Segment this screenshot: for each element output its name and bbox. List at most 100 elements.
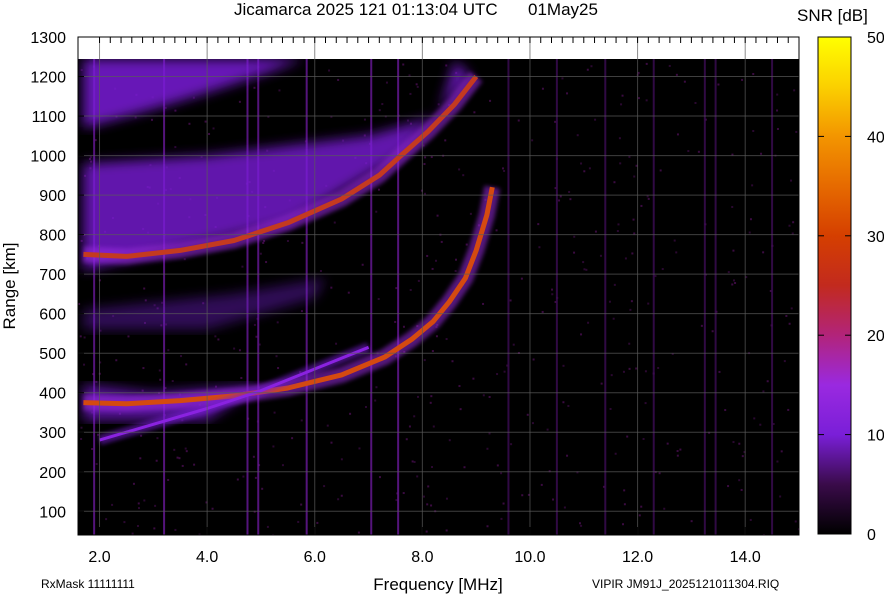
noise-speckle [300, 310, 303, 313]
noise-speckle [300, 419, 303, 422]
noise-speckle [259, 252, 262, 255]
noise-speckle [374, 399, 377, 402]
noise-speckle [567, 404, 570, 407]
ionogram-chart: Jicamarca 2025 121 01:13:04 UTC 01May25 … [0, 0, 884, 594]
noise-speckle [430, 504, 433, 507]
noise-speckle [724, 409, 727, 412]
noise-speckle [408, 425, 411, 428]
noise-speckle [617, 223, 620, 226]
noise-speckle [156, 437, 159, 440]
noise-speckle [377, 188, 380, 191]
noise-speckle [159, 378, 162, 381]
noise-speckle [432, 425, 435, 428]
noise-speckle [583, 170, 586, 173]
noise-speckle [127, 335, 130, 338]
noise-speckle [486, 525, 489, 528]
noise-speckle [640, 204, 643, 207]
noise-speckle [538, 246, 541, 249]
noise-speckle [620, 103, 623, 106]
noise-speckle [580, 333, 583, 336]
noise-speckle [608, 300, 611, 303]
noise-speckle [465, 243, 468, 246]
noise-speckle [415, 83, 418, 86]
noise-speckle [753, 417, 756, 420]
noise-speckle [262, 241, 265, 244]
noise-speckle [489, 99, 492, 102]
noise-speckle [583, 268, 586, 271]
colorbar-tick-label: 40 [867, 129, 884, 146]
noise-speckle [717, 83, 720, 86]
noise-speckle [451, 360, 454, 363]
noise-speckle [510, 443, 513, 446]
noise-speckle [424, 156, 427, 159]
noise-speckle [576, 134, 579, 137]
noise-speckle [185, 450, 188, 453]
noise-speckle [552, 498, 555, 501]
noise-speckle [437, 103, 440, 106]
noise-speckle [411, 460, 414, 463]
noise-speckle [272, 445, 275, 448]
noise-speckle [275, 355, 278, 358]
noise-speckle [176, 456, 179, 459]
noise-speckle [416, 475, 419, 478]
noise-speckle [188, 122, 191, 125]
noise-speckle [631, 252, 634, 255]
noise-speckle [214, 385, 217, 388]
noise-speckle [265, 261, 268, 264]
noise-speckle [208, 132, 211, 135]
noise-speckle [337, 78, 340, 81]
noise-speckle [751, 184, 754, 187]
noise-speckle [141, 389, 144, 392]
noise-speckle [687, 150, 690, 153]
noise-speckle [562, 401, 565, 404]
noise-speckle [435, 335, 438, 338]
noise-speckle [333, 221, 336, 224]
noise-speckle [458, 385, 461, 388]
noise-speckle [661, 268, 664, 271]
noise-speckle [153, 527, 156, 530]
noise-speckle [416, 395, 419, 398]
noise-speckle [340, 494, 343, 497]
snr-colorbar [817, 36, 852, 535]
noise-speckle [137, 507, 140, 510]
noise-speckle [626, 435, 629, 438]
noise-speckle [445, 64, 448, 67]
noise-speckle [727, 485, 730, 488]
noise-speckle [95, 462, 98, 465]
noise-speckle [587, 321, 590, 324]
noise-speckle [143, 287, 146, 290]
noise-speckle [700, 324, 703, 327]
noise-speckle [573, 235, 576, 238]
noise-speckle [740, 488, 743, 491]
noise-speckle [184, 447, 187, 450]
noise-speckle [378, 476, 381, 479]
noise-speckle [517, 119, 520, 122]
y-tick-label: 1100 [32, 109, 67, 126]
noise-speckle [531, 139, 534, 142]
noise-speckle [594, 118, 597, 121]
noise-speckle [673, 239, 676, 242]
noise-speckle [559, 195, 562, 198]
noise-speckle [521, 494, 524, 497]
noise-speckle [616, 230, 619, 233]
noise-speckle [261, 487, 264, 490]
chart-date: 01May25 [528, 0, 598, 19]
noise-speckle [585, 268, 588, 271]
noise-speckle [734, 281, 737, 284]
noise-speckle [427, 485, 430, 488]
noise-speckle [375, 210, 378, 213]
noise-speckle [79, 335, 82, 338]
noise-speckle [105, 518, 108, 521]
noise-speckle [417, 279, 420, 282]
noise-speckle [503, 169, 506, 172]
noise-speckle [286, 239, 289, 242]
y-tick-label: 800 [39, 228, 66, 245]
noise-speckle [358, 447, 361, 450]
noise-speckle [752, 129, 755, 132]
noise-speckle [621, 94, 624, 97]
noise-speckle [155, 459, 158, 462]
noise-speckle [569, 198, 572, 201]
noise-speckle [622, 523, 625, 526]
noise-speckle [337, 498, 340, 501]
y-tick-label: 600 [39, 307, 66, 324]
